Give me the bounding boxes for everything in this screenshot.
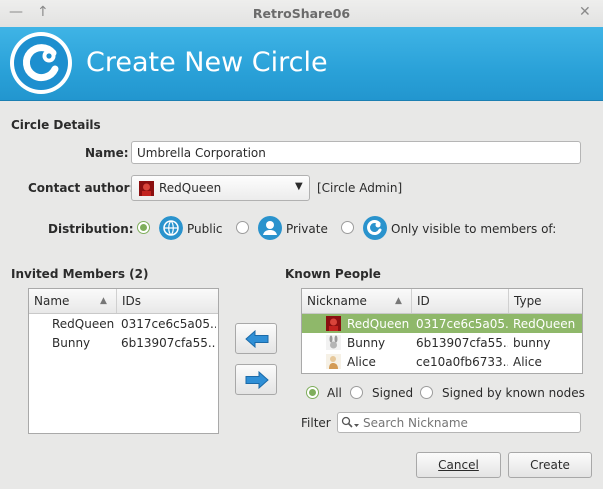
contact-author-label: Contact author: [28, 181, 135, 195]
globe-icon [159, 216, 183, 240]
person-type: bunny [513, 336, 551, 350]
filter-label: Filter [301, 416, 331, 430]
radio-unselected-icon [341, 221, 354, 234]
member-id: 6b13907cfa55... [121, 336, 216, 350]
distribution-private-radio[interactable] [236, 221, 249, 234]
list-header: Nickname ▲ ID Type [302, 289, 582, 314]
table-row[interactable]: Alice ce10a0fb6733... Alice [302, 352, 582, 371]
banner: Create New Circle [0, 27, 603, 101]
contact-author-value: RedQueen [159, 181, 222, 195]
column-header-id[interactable]: ID [412, 289, 509, 313]
remove-member-button[interactable] [235, 323, 277, 354]
sort-ascending-icon: ▲ [395, 296, 402, 306]
distribution-label: Distribution: [48, 222, 134, 236]
window-title: RetroShare06 [252, 6, 351, 21]
person-type: Alice [513, 355, 542, 369]
person-id: ce10a0fb6733... [416, 355, 508, 369]
cancel-button[interactable]: Cancel [416, 452, 501, 478]
person-icon [258, 216, 282, 240]
column-label: ID [417, 294, 430, 308]
radio-selected-icon [306, 386, 319, 399]
title-bar[interactable]: — ↑ RetroShare06 ✕ [0, 0, 603, 28]
filter-all-label[interactable]: All [327, 386, 342, 400]
search-input[interactable] [360, 413, 578, 432]
radio-selected-icon [137, 221, 150, 234]
filter-signed-label[interactable]: Signed [372, 386, 413, 400]
column-label: Name [34, 294, 70, 308]
invited-members-heading: Invited Members (2) [11, 267, 149, 281]
search-icon [341, 416, 359, 428]
add-member-button[interactable] [235, 364, 277, 395]
filter-signed-known-radio[interactable] [420, 386, 433, 399]
filter-signed-radio[interactable] [350, 386, 363, 399]
close-icon[interactable]: ✕ [579, 4, 591, 20]
author-role: [Circle Admin] [317, 181, 403, 195]
person-id: 0317ce6c5a05... [416, 317, 508, 331]
table-row[interactable]: Bunny 6b13907cfa55... bunny [302, 333, 582, 352]
distribution-members-label[interactable]: Only visible to members of: [391, 222, 556, 236]
column-header-ids[interactable]: IDs [117, 289, 218, 313]
arrow-left-icon [245, 330, 269, 348]
person-type: RedQueen [513, 317, 576, 331]
table-row[interactable]: RedQueen 0317ce6c5a05... RedQueen [302, 314, 582, 333]
member-name: RedQueen [52, 317, 115, 331]
radio-unselected-icon [350, 386, 363, 399]
table-row[interactable]: RedQueen 0317ce6c5a05... [29, 315, 218, 333]
filter-all-radio[interactable] [306, 386, 319, 399]
person-nickname: RedQueen [347, 317, 410, 331]
member-name: Bunny [52, 336, 91, 350]
bunny-avatar-icon [326, 335, 341, 350]
avatar-icon [326, 316, 341, 331]
column-label: Type [514, 294, 542, 308]
cancel-label: Cancel [438, 458, 479, 472]
table-row[interactable]: Bunny 6b13907cfa55... [29, 334, 218, 352]
name-label: Name: [85, 146, 129, 160]
distribution-public-label[interactable]: Public [187, 222, 223, 236]
member-id: 0317ce6c5a05... [121, 317, 216, 331]
column-label: Nickname [307, 294, 367, 308]
radio-unselected-icon [236, 221, 249, 234]
known-people-list[interactable]: Nickname ▲ ID Type RedQueen 0317ce6c5a05… [301, 288, 583, 374]
alice-avatar-icon [326, 354, 341, 369]
distribution-private-label[interactable]: Private [286, 222, 328, 236]
list-header: Name ▲ IDs [29, 289, 218, 314]
invited-members-list[interactable]: Name ▲ IDs RedQueen 0317ce6c5a05... Bunn… [28, 288, 219, 434]
chevron-down-icon: ▼ [295, 181, 303, 192]
search-box[interactable] [337, 412, 581, 433]
known-people-heading: Known People [285, 267, 381, 281]
create-button[interactable]: Create [508, 452, 592, 478]
radio-unselected-icon [420, 386, 433, 399]
circle-details-heading: Circle Details [11, 118, 101, 132]
distribution-public-radio[interactable] [137, 221, 150, 234]
filter-signed-known-label[interactable]: Signed by known nodes [442, 386, 585, 400]
circle-icon [363, 216, 387, 240]
create-label: Create [530, 458, 570, 472]
column-header-name[interactable]: Name ▲ [29, 289, 117, 313]
person-nickname: Bunny [347, 336, 386, 350]
sort-ascending-icon: ▲ [100, 296, 107, 306]
person-nickname: Alice [347, 355, 376, 369]
distribution-members-radio[interactable] [341, 221, 354, 234]
banner-title: Create New Circle [86, 47, 328, 78]
contact-author-select[interactable]: RedQueen ▼ [131, 175, 310, 201]
person-id: 6b13907cfa55... [416, 336, 508, 350]
column-label: IDs [122, 294, 142, 308]
name-input[interactable] [131, 141, 581, 164]
circles-logo-icon [10, 32, 72, 94]
arrow-right-icon [245, 371, 269, 389]
column-header-nickname[interactable]: Nickname ▲ [302, 289, 412, 313]
avatar-icon [139, 181, 154, 196]
column-header-type[interactable]: Type [509, 289, 582, 313]
